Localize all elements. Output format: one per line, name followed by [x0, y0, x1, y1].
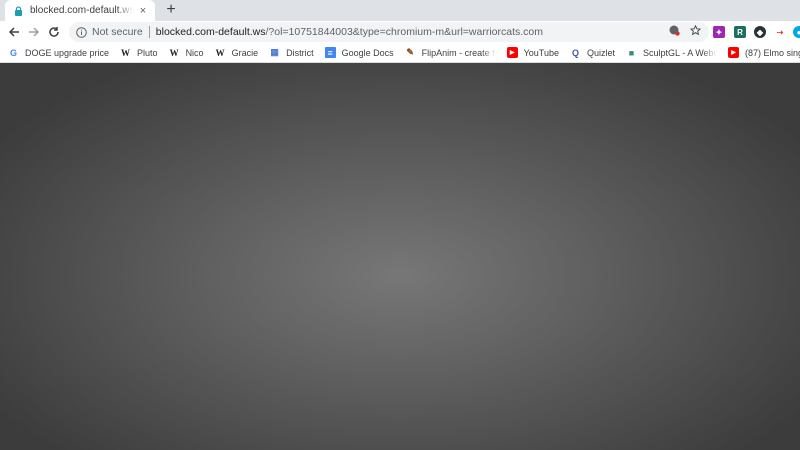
bookmark-label: YouTube — [523, 47, 559, 58]
quizlet-icon: Q — [571, 47, 579, 58]
new-tab-button[interactable]: + — [163, 1, 179, 19]
browser-toolbar: Not secure blocked.com-default.ws/?ol=10… — [0, 21, 800, 43]
reader-extension-icon[interactable]: R — [734, 26, 746, 38]
info-icon[interactable] — [75, 26, 87, 38]
bookmark-sculptgl[interactable]: ■ SculptGL - A WebGL — [626, 47, 717, 58]
reload-icon — [49, 27, 59, 37]
page-content — [0, 63, 800, 450]
circle-extension-icon[interactable]: ● — [793, 26, 800, 38]
not-secure-label: Not secure — [92, 26, 143, 38]
youtube-icon: ▶ — [728, 47, 740, 58]
forward-button[interactable] — [25, 23, 43, 41]
youtube-icon: ▶ — [506, 47, 518, 58]
star-icon[interactable] — [690, 25, 701, 36]
sculptgl-icon: ■ — [628, 47, 635, 58]
tab-title: blocked.com-default.ws/?ol=107 — [30, 5, 133, 16]
bookmark-label: Pluto — [137, 47, 158, 58]
bookmark-pluto[interactable]: W Pluto — [120, 47, 158, 58]
bookmark-google-docs[interactable]: ≡ Google Docs — [324, 47, 394, 58]
close-tab-icon[interactable]: × — [137, 5, 149, 17]
tab-strip: blocked.com-default.ws/?ol=107 × + — [0, 0, 800, 21]
bookmark-label: Google Docs — [341, 47, 394, 58]
url-domain: blocked.com-default.ws — [155, 26, 266, 38]
bookmark-label: Quizlet — [587, 47, 616, 58]
reload-button[interactable] — [45, 23, 63, 41]
cast-extension-icon[interactable]: ⇢ — [774, 26, 786, 38]
tab-active[interactable]: blocked.com-default.ws/?ol=107 × — [5, 0, 155, 21]
flipanim-icon: ✎ — [406, 47, 414, 57]
bookmark-gracie[interactable]: W Gracie — [215, 47, 259, 58]
bookmark-label: FlipAnim - create flip — [421, 47, 496, 58]
url-path: /?ol=10751844003&type=chromium-m&url=war… — [265, 26, 544, 38]
omnibox-divider — [148, 26, 150, 38]
bookmark-label: District — [286, 47, 314, 58]
bookmark-elmo[interactable]: ▶ (87) Elmo sings Toto — [728, 47, 800, 58]
bookmark-district[interactable]: ▦ District — [269, 47, 314, 58]
bookmark-nico[interactable]: W Nico — [169, 47, 204, 58]
docs-icon: ≡ — [324, 47, 336, 58]
bookmark-label: Gracie — [231, 47, 259, 58]
bookmark-doge[interactable]: G DOGE upgrade price — [8, 47, 109, 58]
bookmark-flipanim[interactable]: ✎ FlipAnim - create flip — [405, 47, 496, 58]
lock-icon — [13, 5, 23, 16]
bookmark-label: Nico — [185, 47, 204, 58]
bookmark-label: (87) Elmo sings Toto — [745, 47, 800, 58]
bookmarks-bar: G DOGE upgrade price W Pluto W Nico W Gr… — [0, 43, 800, 63]
address-bar[interactable]: Not secure blocked.com-default.ws/?ol=10… — [69, 22, 709, 42]
google-icon: G — [9, 47, 17, 58]
bookmark-youtube[interactable]: ▶ YouTube — [506, 47, 559, 58]
wikipedia-icon: W — [121, 47, 131, 58]
back-button[interactable] — [5, 23, 23, 41]
blocked-cookies-icon[interactable] — [669, 25, 680, 36]
wikipedia-icon: W — [215, 47, 225, 58]
puzzle-extension-icon[interactable]: ✦ — [713, 26, 725, 38]
bookmark-label: SculptGL - A WebGL — [643, 47, 717, 58]
shield-extension-icon[interactable]: ◆ — [754, 26, 766, 38]
back-arrow-icon — [8, 27, 19, 37]
bookmark-label: DOGE upgrade price — [25, 47, 110, 58]
forward-arrow-icon — [29, 27, 40, 37]
wikipedia-icon: W — [169, 47, 179, 58]
omnibox-actions — [669, 25, 701, 36]
bookmark-quizlet[interactable]: Q Quizlet — [570, 47, 615, 58]
calendar-icon: ▦ — [270, 47, 279, 57]
